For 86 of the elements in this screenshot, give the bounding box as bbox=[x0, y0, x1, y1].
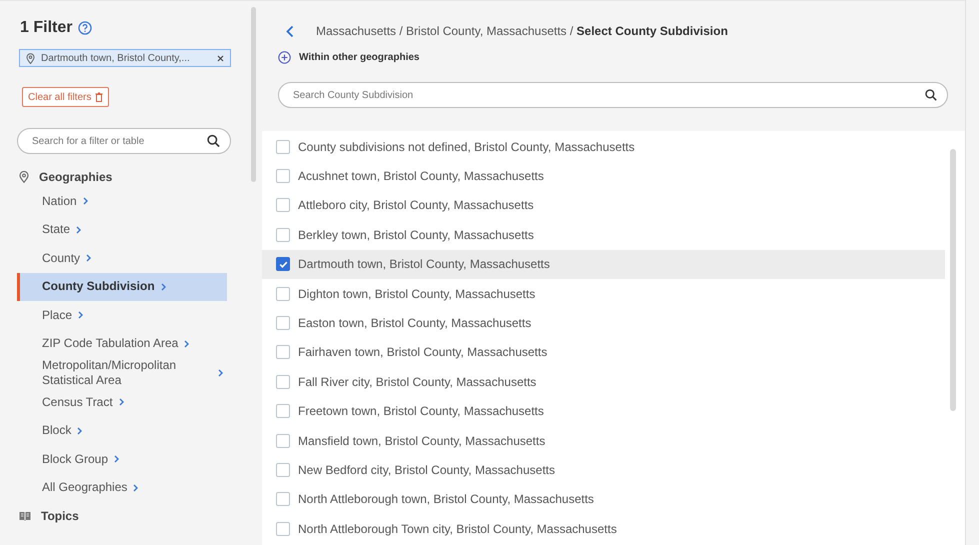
chevron-right-icon bbox=[184, 340, 190, 348]
checkbox[interactable] bbox=[276, 434, 290, 448]
search-icon[interactable] bbox=[925, 89, 937, 101]
option-row[interactable]: Attleboro city, Bristol County, Massachusetts bbox=[262, 190, 945, 220]
option-row[interactable]: Fairhaven town, Bristol County, Massachusetts bbox=[262, 338, 945, 368]
search-field[interactable]: Search County Subdivision bbox=[278, 82, 948, 108]
chevron-right-icon bbox=[133, 484, 138, 492]
option-label: Berkley town, Bristol County, Massachusetts bbox=[298, 228, 534, 242]
chevron-right-icon bbox=[82, 197, 88, 206]
location-pin-icon bbox=[26, 52, 35, 64]
option-label: North Attleborough town, Bristol County, Massachusetts bbox=[298, 492, 594, 506]
help-icon[interactable] bbox=[78, 21, 92, 35]
chevron-right-icon bbox=[76, 226, 82, 234]
option-row[interactable]: North Attleborough Town city, Bristol County, Massachusetts bbox=[262, 514, 945, 544]
option-row[interactable]: Freetown town, Bristol County, Massachusetts bbox=[262, 396, 945, 426]
breadcrumb: Massachusetts / Bristol County, Massachusetts / Select County Subdivision bbox=[316, 24, 728, 38]
geography-type-item[interactable]: All Geographies bbox=[17, 474, 227, 502]
option-row[interactable]: Dartmouth town, Bristol County, Massachusetts bbox=[262, 250, 945, 279]
geographies-heading[interactable]: Geographies bbox=[39, 170, 112, 184]
geography-type-item[interactable]: Place bbox=[17, 301, 227, 330]
checkbox[interactable] bbox=[276, 286, 290, 301]
trash-icon bbox=[95, 92, 104, 102]
geography-type-item[interactable]: ZIP Code Tabulation Area bbox=[17, 330, 227, 358]
checkbox[interactable] bbox=[276, 404, 290, 418]
option-row[interactable]: Berkley town, Bristol County, Massachusetts bbox=[262, 220, 945, 250]
chevron-right-icon bbox=[114, 455, 120, 464]
geography-type-item[interactable]: County bbox=[17, 244, 227, 272]
option-row[interactable]: Fall River city, Bristol County, Massachusetts bbox=[262, 367, 945, 397]
checkbox[interactable] bbox=[276, 316, 290, 330]
option-label: Dartmouth town, Bristol County, Massachusetts bbox=[298, 257, 550, 272]
option-label: Freetown town, Bristol County, Massachusetts bbox=[298, 404, 544, 418]
option-label: Easton town, Bristol County, Massachusetts bbox=[298, 316, 532, 330]
chevron-right-icon bbox=[78, 311, 84, 320]
checkmark-icon bbox=[278, 258, 288, 270]
checkbox[interactable] bbox=[276, 169, 290, 184]
checkbox[interactable] bbox=[276, 462, 290, 477]
checkbox[interactable] bbox=[276, 345, 290, 360]
option-row[interactable]: Acushnet town, Bristol County, Massachusetts bbox=[262, 161, 945, 191]
geography-type-item[interactable]: Census Tract bbox=[17, 388, 227, 416]
checkbox[interactable] bbox=[276, 140, 290, 154]
location-pin-icon bbox=[19, 171, 29, 183]
checkbox[interactable] bbox=[276, 257, 290, 272]
geography-type-item[interactable]: Nation bbox=[17, 187, 227, 216]
geography-type-item[interactable]: Metropolitan/Micropolitan Statistical Area bbox=[17, 358, 227, 388]
checkbox[interactable] bbox=[276, 374, 290, 389]
chevron-right-icon bbox=[160, 282, 166, 291]
scrollbar-thumb[interactable] bbox=[950, 149, 956, 411]
option-label: Attleboro city, Bristol County, Massachusetts bbox=[298, 198, 534, 212]
clear-all-filters-button[interactable]: Clear all filters bbox=[22, 87, 110, 107]
option-label: New Bedford city, Bristol County, Massachusetts bbox=[298, 462, 555, 477]
option-label: Mansfield town, Bristol County, Massachusetts bbox=[298, 434, 546, 448]
search-icon[interactable] bbox=[207, 134, 220, 148]
checkbox[interactable] bbox=[276, 228, 290, 242]
option-label: North Attleborough Town city, Bristol County, Massachusetts bbox=[298, 522, 617, 536]
geography-type-item[interactable]: Block Group bbox=[17, 445, 227, 474]
option-row[interactable]: New Bedford city, Bristol County, Massachusetts bbox=[262, 455, 945, 485]
search-field[interactable]: Search for a filter or table bbox=[17, 128, 231, 154]
geography-type-item[interactable]: State bbox=[17, 216, 227, 244]
option-label: Fall River city, Bristol County, Massachusetts bbox=[298, 374, 536, 389]
option-row[interactable]: County subdivisions not defined, Bristol County, Massachusetts bbox=[262, 132, 945, 162]
option-label: Dighton town, Bristol County, Massachusetts bbox=[298, 286, 536, 301]
filter-chip[interactable]: Dartmouth town, Bristol County,... bbox=[19, 49, 231, 67]
scrollbar-thumb[interactable] bbox=[251, 7, 256, 182]
option-label: Acushnet town, Bristol County, Massachusetts bbox=[298, 169, 544, 184]
topics-heading[interactable]: Topics bbox=[41, 509, 79, 523]
checkbox[interactable] bbox=[276, 198, 290, 212]
book-icon bbox=[19, 511, 31, 521]
geography-type-item[interactable]: County Subdivision bbox=[17, 272, 227, 301]
chevron-right-icon bbox=[118, 398, 124, 406]
option-label: County subdivisions not defined, Bristol County, Massachusetts bbox=[298, 140, 635, 154]
within-other-geographies-link[interactable]: Within other geographies bbox=[299, 52, 420, 62]
add-circle-icon[interactable] bbox=[278, 50, 291, 64]
chevron-right-icon bbox=[86, 254, 92, 262]
option-row[interactable]: Mansfield town, Bristol County, Massachusetts bbox=[262, 426, 945, 456]
chevron-right-icon bbox=[77, 426, 82, 435]
chevron-right-icon bbox=[218, 369, 223, 377]
option-row[interactable]: Dighton town, Bristol County, Massachusetts bbox=[262, 278, 945, 308]
option-row[interactable]: Easton town, Bristol County, Massachusetts bbox=[262, 308, 945, 338]
option-row[interactable]: North Attleborough town, Bristol County, Massachusetts bbox=[262, 484, 945, 514]
filter-count-title: 1 Filter bbox=[20, 19, 72, 37]
option-label: Fairhaven town, Bristol County, Massachusetts bbox=[298, 345, 548, 360]
back-icon[interactable] bbox=[286, 24, 294, 38]
checkbox[interactable] bbox=[276, 522, 290, 536]
geography-type-item[interactable]: Block bbox=[17, 416, 227, 445]
close-icon[interactable] bbox=[217, 54, 224, 62]
checkbox[interactable] bbox=[276, 492, 290, 506]
